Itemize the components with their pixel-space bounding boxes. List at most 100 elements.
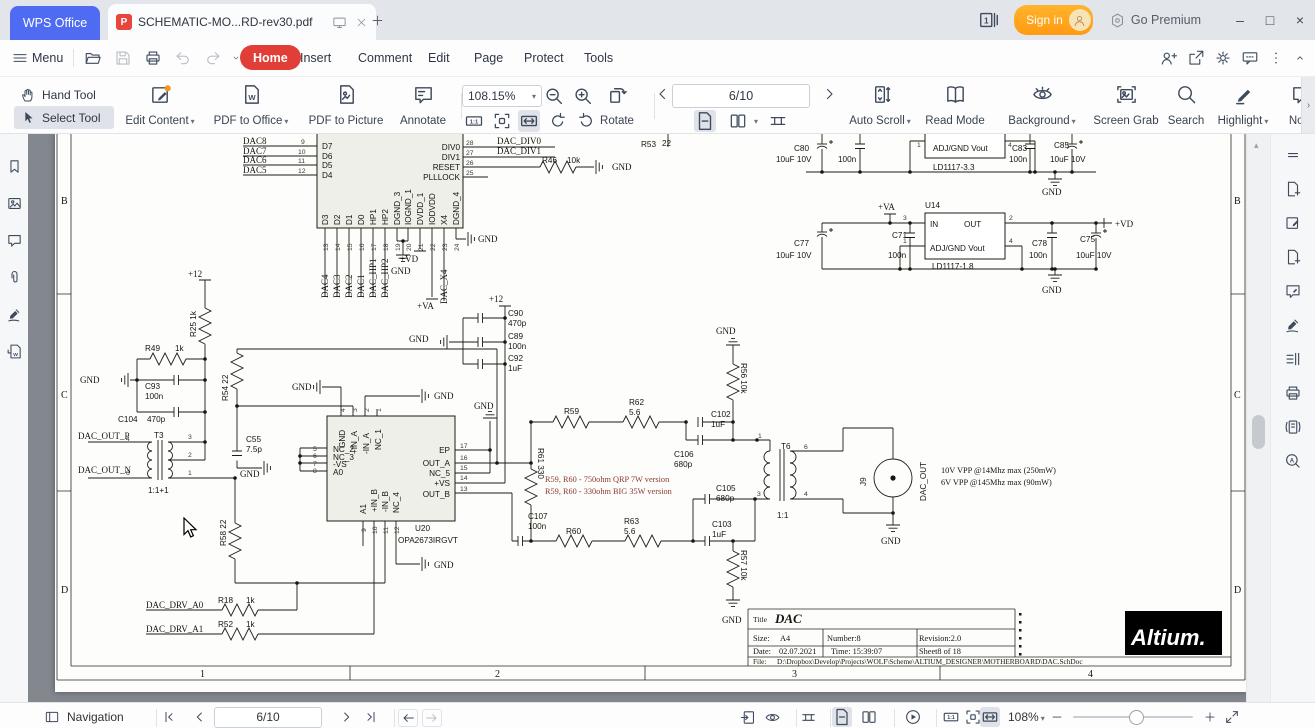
fit-page-icon[interactable] bbox=[492, 111, 512, 131]
wps-office-button[interactable]: WPS Office bbox=[10, 6, 100, 40]
hand-tool-button[interactable]: Hand Tool bbox=[14, 83, 114, 106]
menu-tab-protect[interactable]: Protect bbox=[524, 40, 564, 76]
scroll-up-icon[interactable]: ▴ bbox=[1254, 140, 1259, 151]
background-button[interactable]: Background▾ bbox=[1000, 83, 1084, 127]
settings-icon[interactable] bbox=[1214, 49, 1232, 67]
actual-size-icon[interactable]: 1:1 bbox=[464, 111, 484, 131]
last-page-icon[interactable] bbox=[362, 709, 378, 725]
menu-icon[interactable] bbox=[12, 50, 28, 66]
next-page-icon[interactable] bbox=[820, 85, 838, 103]
panel-drag-handle-icon[interactable] bbox=[1284, 146, 1302, 164]
pdf-export-panel-icon[interactable]: W bbox=[6, 343, 23, 360]
screen-grab-button[interactable]: Screen Grab bbox=[1092, 83, 1160, 127]
zoom-plus-icon[interactable] bbox=[1203, 710, 1217, 724]
more-menu-icon[interactable] bbox=[1268, 50, 1284, 66]
two-page-view-icon[interactable] bbox=[728, 111, 748, 131]
fullscreen-icon[interactable] bbox=[1224, 709, 1240, 725]
edit-page-icon[interactable] bbox=[1284, 214, 1302, 232]
select-tool-button[interactable]: Select Tool bbox=[14, 106, 114, 129]
sign-in-button[interactable]: Sign in bbox=[1014, 5, 1093, 35]
first-page-icon[interactable] bbox=[162, 709, 178, 725]
share-user-icon[interactable] bbox=[1160, 49, 1178, 67]
document-tab[interactable]: P SCHEMATIC-MO...RD-rev30.pdf bbox=[108, 4, 376, 40]
menu-tab-home[interactable]: Home bbox=[240, 45, 301, 70]
print-icon[interactable] bbox=[144, 49, 162, 67]
window-stack-button[interactable]: 1 bbox=[978, 9, 1000, 31]
pdf-to-office-button[interactable]: W PDF to Office▾ bbox=[206, 83, 296, 127]
actual-size-icon-status[interactable]: 1:1 bbox=[942, 708, 960, 726]
print-tool-icon[interactable] bbox=[1284, 384, 1302, 402]
tab-monitor-icon[interactable] bbox=[332, 15, 347, 30]
read-mode-button[interactable]: Read Mode bbox=[922, 83, 988, 127]
navigation-toggle[interactable]: Navigation bbox=[44, 703, 124, 728]
play-icon[interactable] bbox=[904, 708, 922, 726]
menu-label[interactable]: Menu bbox=[32, 51, 63, 65]
fit-width-icon[interactable] bbox=[518, 110, 540, 132]
undo-icon[interactable] bbox=[174, 49, 192, 67]
collapse-ribbon-icon[interactable] bbox=[1293, 51, 1307, 65]
bookmarks-panel-icon[interactable] bbox=[6, 158, 23, 175]
close-button[interactable]: × bbox=[1285, 6, 1315, 34]
menu-tab-insert[interactable]: Insert bbox=[300, 40, 331, 76]
rotate-button[interactable]: Rotate bbox=[592, 83, 642, 127]
toolbar-expand-button[interactable]: › bbox=[1301, 77, 1315, 133]
find-replace-icon[interactable]: A bbox=[1284, 452, 1302, 470]
page-view-caret[interactable]: ▾ bbox=[754, 117, 758, 126]
next-view-button[interactable] bbox=[422, 709, 442, 727]
zoom-slider-thumb[interactable] bbox=[1129, 710, 1144, 725]
zoom-out-icon[interactable] bbox=[543, 85, 565, 107]
menu-tab-comment[interactable]: Comment bbox=[358, 40, 412, 76]
menu-tab-page[interactable]: Page bbox=[474, 40, 503, 76]
share-icon[interactable] bbox=[1187, 49, 1205, 67]
new-tab-button[interactable] bbox=[370, 13, 385, 28]
insert-page-icon[interactable] bbox=[1284, 180, 1302, 198]
save-icon[interactable] bbox=[114, 49, 132, 67]
previous-page-icon[interactable] bbox=[654, 85, 672, 103]
continuous-view-icon[interactable] bbox=[768, 111, 788, 131]
two-page-icon-status[interactable] bbox=[860, 708, 878, 726]
go-premium-button[interactable]: Go Premium bbox=[1109, 12, 1201, 29]
fit-width-icon-status[interactable] bbox=[980, 707, 1000, 727]
page-number-input[interactable]: 6/10 bbox=[672, 84, 810, 108]
eye-protect-icon[interactable] bbox=[764, 709, 781, 726]
maximize-button[interactable]: □ bbox=[1255, 6, 1285, 34]
open-file-icon[interactable] bbox=[84, 49, 102, 67]
zoom-in-icon[interactable] bbox=[572, 85, 594, 107]
tab-close-icon[interactable] bbox=[355, 16, 368, 29]
attachments-panel-icon[interactable] bbox=[6, 269, 23, 286]
highlight-button[interactable]: Highlight▾ bbox=[1212, 83, 1274, 127]
feedback-icon[interactable] bbox=[1241, 49, 1259, 67]
split-view-icon[interactable] bbox=[1284, 350, 1302, 368]
comments-panel-icon[interactable] bbox=[6, 232, 23, 249]
single-page-view-icon[interactable] bbox=[694, 110, 716, 132]
previous-view-button[interactable] bbox=[398, 709, 418, 727]
single-page-icon-status[interactable] bbox=[832, 707, 852, 727]
extract-page-icon[interactable] bbox=[1284, 248, 1302, 266]
pdf-to-picture-button[interactable]: PDF to Picture bbox=[298, 83, 394, 127]
zoom-level-select[interactable]: 108.15%▾ bbox=[462, 85, 542, 107]
signature-tool-icon[interactable] bbox=[1284, 316, 1302, 334]
vertical-scrollbar[interactable]: ▴ bbox=[1246, 134, 1271, 702]
booklet-view-icon[interactable] bbox=[1284, 418, 1302, 436]
menu-tab-tools[interactable]: Tools bbox=[584, 40, 613, 76]
zoom-minus-icon[interactable] bbox=[1050, 710, 1064, 724]
rotate-left-icon[interactable] bbox=[548, 111, 568, 131]
status-zoom-value[interactable]: 108%▾ bbox=[1008, 710, 1045, 724]
continuous-scroll-icon[interactable] bbox=[800, 709, 817, 726]
pointer-mode-icon[interactable] bbox=[740, 709, 757, 726]
annotate-page-icon[interactable] bbox=[1284, 282, 1302, 300]
images-panel-icon[interactable] bbox=[6, 195, 23, 212]
menu-tab-edit[interactable]: Edit bbox=[428, 40, 450, 76]
signature-panel-icon[interactable] bbox=[6, 306, 23, 323]
prev-page-icon[interactable] bbox=[192, 709, 208, 725]
edit-content-button[interactable]: Edit Content▾ bbox=[116, 83, 204, 127]
annotate-button[interactable]: Annotate bbox=[394, 83, 452, 127]
zoom-slider[interactable] bbox=[1073, 716, 1193, 718]
document-area[interactable]: DAC89D7DAC710D6DAC611D5DAC512D4DIV028DAC… bbox=[28, 134, 1247, 702]
redo-icon[interactable] bbox=[204, 49, 222, 67]
search-button[interactable]: Search bbox=[1164, 83, 1208, 127]
scrollbar-thumb[interactable] bbox=[1252, 415, 1265, 449]
status-page-input[interactable]: 6/10 bbox=[214, 707, 322, 728]
minimize-button[interactable]: – bbox=[1225, 6, 1255, 34]
auto-scroll-button[interactable]: Auto Scroll▾ bbox=[845, 83, 915, 127]
